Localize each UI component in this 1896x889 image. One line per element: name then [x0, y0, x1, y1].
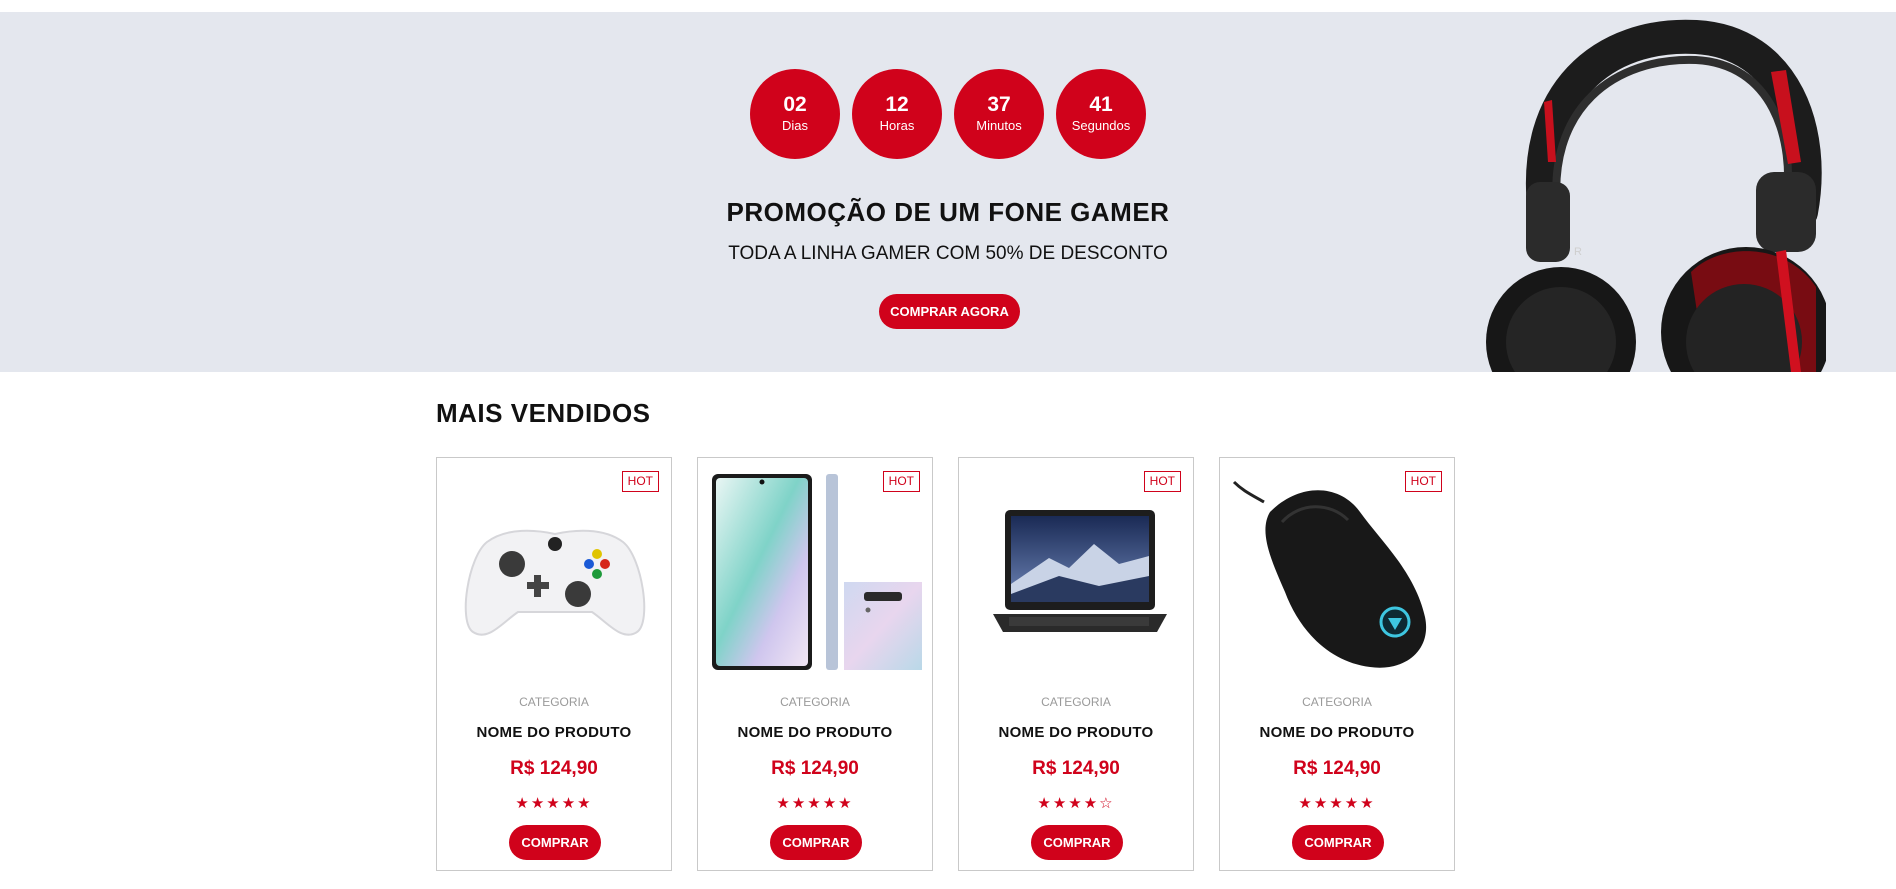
product-price: R$ 124,90: [1293, 758, 1381, 779]
buy-button[interactable]: COMPRAR: [1031, 825, 1123, 860]
countdown-label: Segundos: [1071, 118, 1131, 133]
product-category: CATEGORIA: [1041, 695, 1111, 709]
countdown-seconds: 41 Segundos: [1056, 69, 1146, 159]
buy-button[interactable]: COMPRAR: [509, 825, 601, 860]
product-card[interactable]: HOT CATEGORIA NOME DO PRODUTO R$ 124,90 …: [697, 457, 933, 871]
countdown-timer: 02 Dias 12 Horas 37 Minutos 41 Segundos: [750, 69, 1146, 159]
headphone-image: R: [1486, 19, 1826, 372]
game-controller-image: [464, 529, 646, 636]
section-title: MAIS VENDIDOS: [436, 398, 651, 428]
product-name[interactable]: NOME DO PRODUTO: [437, 724, 671, 741]
product-card[interactable]: HOT CATEGORIA NOME DO PRODUTO R$ 124,90 …: [958, 457, 1194, 871]
product-category: CATEGORIA: [780, 695, 850, 709]
product-price: R$ 124,90: [510, 758, 598, 779]
star-rating: ★★★★★: [776, 795, 854, 812]
star-rating: ★★★★★: [515, 795, 593, 812]
product-name[interactable]: NOME DO PRODUTO: [698, 724, 932, 741]
countdown-value: 41: [1089, 93, 1113, 116]
countdown-hours: 12 Horas: [852, 69, 942, 159]
buy-button[interactable]: COMPRAR: [770, 825, 862, 860]
product-category: CATEGORIA: [1302, 695, 1372, 709]
svg-text:R: R: [1574, 246, 1582, 258]
countdown-value: 12: [885, 93, 909, 116]
product-category: CATEGORIA: [519, 695, 589, 709]
smartphone-image: [712, 474, 922, 670]
promo-banner: 02 Dias 12 Horas 37 Minutos 41 Segundos …: [0, 12, 1896, 372]
countdown-days: 02 Dias: [750, 69, 840, 159]
product-price: R$ 124,90: [1032, 758, 1120, 779]
countdown-value: 02: [783, 93, 807, 116]
product-list: HOT CATEGORIA NOME DO PRODUTO R$ 124,90 …: [436, 457, 1455, 871]
countdown-value: 37: [987, 93, 1011, 116]
product-card[interactable]: HOT CATEGORIA NOME DO PRODUTO R$ 124,90 …: [1219, 457, 1455, 871]
star-rating: ★★★★☆: [1037, 795, 1115, 812]
product-price: R$ 124,90: [771, 758, 859, 779]
countdown-label: Minutos: [976, 118, 1022, 133]
product-name[interactable]: NOME DO PRODUTO: [959, 724, 1193, 741]
countdown-label: Horas: [879, 118, 915, 133]
buy-now-button[interactable]: COMPRAR AGORA: [879, 294, 1020, 329]
countdown-minutes: 37 Minutos: [954, 69, 1044, 159]
product-name[interactable]: NOME DO PRODUTO: [1220, 724, 1454, 741]
countdown-label: Dias: [781, 118, 808, 133]
laptop-image: [993, 510, 1167, 632]
product-card[interactable]: HOT CATEGORIA NOME DO PRODUTO R$ 124,90 …: [436, 457, 672, 871]
buy-button[interactable]: COMPRAR: [1292, 825, 1384, 860]
star-rating: ★★★★★: [1298, 795, 1376, 812]
gaming-mouse-image: [1232, 480, 1427, 668]
